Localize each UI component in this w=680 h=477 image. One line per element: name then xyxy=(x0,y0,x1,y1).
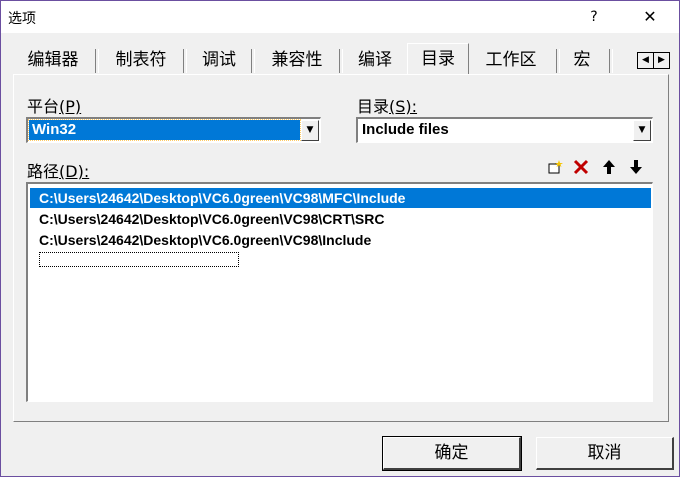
window-title: 选项 xyxy=(8,11,36,27)
directory-label-text: 目录 xyxy=(357,97,390,116)
tab-separator xyxy=(183,49,187,73)
delete-icon[interactable] xyxy=(572,159,590,177)
list-item[interactable]: C:\Users\24642\Desktop\VC6.0green\VC98\M… xyxy=(30,188,651,208)
directory-combo[interactable]: Include files ▼ xyxy=(356,117,653,143)
tab-separator xyxy=(251,49,255,73)
tab-build[interactable]: 编译 xyxy=(351,47,399,73)
tab-separator xyxy=(339,49,343,73)
cancel-button[interactable]: 取消 xyxy=(536,437,674,470)
new-folder-icon[interactable] xyxy=(546,159,564,177)
path-list[interactable]: C:\Users\24642\Desktop\VC6.0green\VC98\M… xyxy=(26,182,653,402)
tab-scroll-right-button[interactable]: ▶ xyxy=(653,52,670,69)
directory-value: Include files xyxy=(362,121,449,138)
tab-tabs[interactable]: 制表符 xyxy=(107,47,175,73)
tab-compatibility[interactable]: 兼容性 xyxy=(263,47,331,73)
close-button[interactable]: ✕ xyxy=(627,1,673,33)
tab-separator xyxy=(95,49,99,73)
paths-label-text: 路径 xyxy=(27,162,60,181)
tab-strip: 编辑器 制表符 调试 兼容性 编译 目录 工作区 宏 ◀ ▶ xyxy=(11,43,671,75)
list-item[interactable]: C:\Users\24642\Desktop\VC6.0green\VC98\I… xyxy=(30,230,651,250)
tab-debug[interactable]: 调试 xyxy=(195,47,243,73)
new-entry-placeholder[interactable] xyxy=(39,252,239,267)
tab-separator xyxy=(556,49,560,73)
options-dialog: 选项 ? ✕ 编辑器 制表符 调试 兼容性 编译 目录 工作区 宏 ◀ ▶ 平台… xyxy=(0,0,680,477)
tab-directories[interactable]: 目录 xyxy=(407,43,469,74)
arrow-up-icon[interactable] xyxy=(600,159,618,177)
tab-workspace[interactable]: 工作区 xyxy=(477,47,545,73)
tab-scroll-left-button[interactable]: ◀ xyxy=(637,52,654,69)
help-button[interactable]: ? xyxy=(571,1,617,33)
directory-mnemonic: (S): xyxy=(389,97,418,116)
chevron-down-icon[interactable]: ▼ xyxy=(301,120,319,141)
tab-editor[interactable]: 编辑器 xyxy=(19,47,87,73)
tab-separator xyxy=(609,49,613,73)
ok-button[interactable]: 确定 xyxy=(382,436,522,471)
directory-label: 目录(S): xyxy=(357,93,417,117)
platform-mnemonic: (P) xyxy=(59,97,82,116)
platform-value: Win32 xyxy=(28,119,301,141)
arrow-down-icon[interactable] xyxy=(627,159,645,177)
paths-label: 路径(D): xyxy=(27,158,89,182)
paths-mnemonic: (D): xyxy=(59,162,90,181)
title-bar: 选项 ? ✕ xyxy=(1,1,679,33)
chevron-down-icon[interactable]: ▼ xyxy=(633,120,651,141)
platform-label: 平台(P) xyxy=(27,93,81,117)
platform-combo[interactable]: Win32 ▼ xyxy=(26,117,321,143)
list-item[interactable]: C:\Users\24642\Desktop\VC6.0green\VC98\C… xyxy=(30,209,651,229)
tab-macros[interactable]: 宏 xyxy=(567,47,597,73)
platform-label-text: 平台 xyxy=(27,97,60,116)
